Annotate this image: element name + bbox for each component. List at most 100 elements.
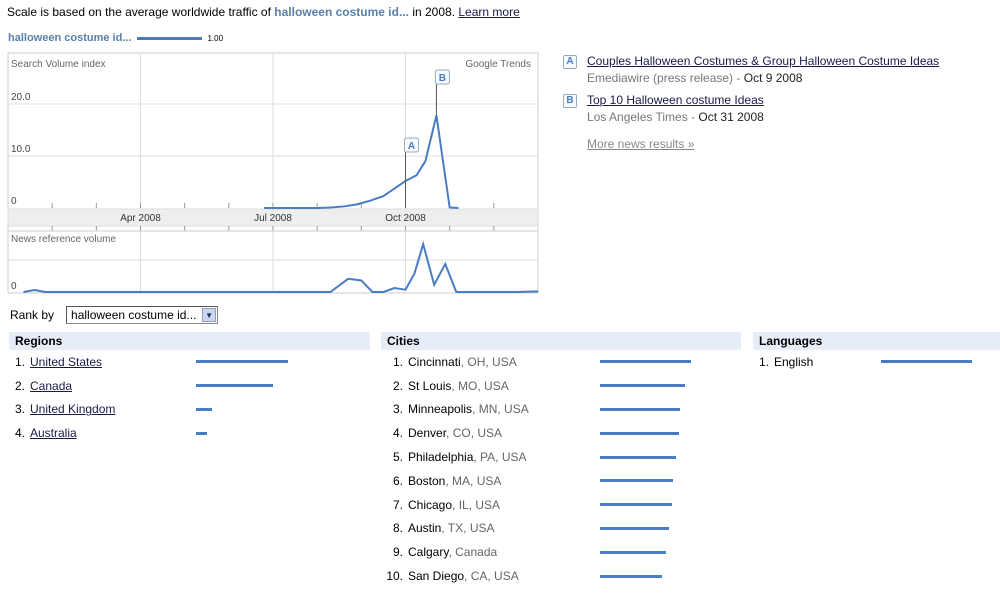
- news-date: Oct 31 2008: [698, 110, 764, 124]
- rank-number: 7.: [392, 497, 403, 512]
- news-list: A Couples Halloween Costumes & Group Hal…: [563, 54, 939, 132]
- news-badge-a[interactable]: A: [563, 55, 577, 69]
- value-bar: [600, 503, 672, 507]
- regions-row: 4. Australia: [9, 421, 370, 445]
- city: Austin: [408, 521, 442, 536]
- value-bar: [600, 360, 691, 364]
- city: St Louis: [408, 378, 452, 393]
- city: Boston: [408, 473, 446, 488]
- rank-by-select[interactable]: halloween costume id... ▼: [66, 306, 219, 324]
- city: Denver: [408, 426, 447, 441]
- rank-number: 1.: [14, 354, 25, 369]
- rank-by-value: halloween costume id...: [71, 308, 197, 322]
- chart-watermark: Google Trends: [465, 59, 531, 70]
- value-bar: [881, 360, 972, 364]
- rank-number: 1.: [392, 354, 403, 369]
- city-name: Denver, CO, USA: [408, 426, 502, 440]
- cities-row: 2. St Louis, MO, USA: [381, 374, 741, 398]
- city: Calgary: [408, 545, 449, 560]
- value-bar: [600, 526, 670, 530]
- cities-row: 8. Austin, TX, USA: [381, 517, 741, 541]
- region-link[interactable]: Australia: [30, 426, 77, 440]
- cities-row: 7. Chicago, IL, USA: [381, 493, 741, 517]
- y-tick-label: 20.0: [11, 92, 31, 103]
- languages-row: 1. English: [753, 350, 1000, 374]
- news-axis-title: News reference volume: [11, 234, 116, 245]
- value-bar: [196, 360, 288, 364]
- cities-header: Cities: [381, 332, 741, 350]
- city-region: , MO, USA: [451, 378, 509, 393]
- rank-number: 2.: [392, 378, 403, 393]
- more-news-link[interactable]: More news results »: [587, 137, 694, 151]
- languages-panel: Languages 1. English: [753, 332, 1000, 374]
- value-bar: [600, 455, 677, 459]
- rank-number: 5.: [392, 450, 403, 465]
- city-region: , CO, USA: [446, 426, 503, 441]
- chevron-down-icon[interactable]: ▼: [202, 308, 217, 322]
- cities-row: 1. Cincinnati, OH, USA: [381, 350, 741, 374]
- rank-number: 4.: [14, 426, 25, 441]
- city-region: , CA, USA: [464, 569, 519, 584]
- rank-number: 8.: [392, 521, 403, 536]
- rank-number: 3.: [14, 402, 25, 417]
- value-bar: [600, 407, 681, 411]
- trends-chart: 0 10.0 20.0 Apr 2008 Jul 2008 Oct 2008 Search …: [7, 52, 539, 294]
- rank-number: 4.: [392, 426, 403, 441]
- regions-row: 3. United Kingdom: [9, 398, 370, 422]
- news-source-name: Los Angeles Times: [587, 110, 688, 124]
- value-bar: [196, 384, 274, 388]
- city-region: , OH, USA: [460, 354, 517, 369]
- city-name: Austin, TX, USA: [408, 521, 495, 535]
- regions-panel: Regions 1. United States 2. Canada 3. United …: [9, 332, 370, 445]
- cities-row: 10. San Diego, CA, USA: [381, 564, 741, 588]
- cities-row: 9. Calgary, Canada: [381, 540, 741, 564]
- value-bar: [600, 574, 662, 578]
- region-link[interactable]: United States: [30, 355, 102, 369]
- x-tick-label: Jul 2008: [254, 213, 292, 224]
- y-axis-title: Search Volume index: [11, 59, 106, 70]
- news-badge-b[interactable]: B: [563, 94, 577, 108]
- city: Chicago: [408, 497, 453, 512]
- city: Minneapolis: [408, 402, 473, 417]
- rank-number: 1.: [758, 354, 769, 369]
- regions-header: Regions: [9, 332, 370, 350]
- region-link[interactable]: United Kingdom: [30, 402, 115, 416]
- news-source: Los Angeles Times - Oct 31 2008: [587, 110, 764, 124]
- regions-row: 1. United States: [9, 350, 370, 374]
- value-bar: [600, 384, 685, 388]
- city-name: Chicago, IL, USA: [408, 498, 500, 512]
- city-name: Cincinnati, OH, USA: [408, 355, 517, 369]
- annotation-label: B: [439, 73, 446, 84]
- news-source: Emediawire (press release) - Oct 9 2008: [587, 71, 803, 85]
- region-link[interactable]: Canada: [30, 379, 72, 393]
- rank-number: 2.: [14, 378, 25, 393]
- regions-row: 2. Canada: [9, 374, 370, 398]
- rank-number: 3.: [392, 402, 403, 417]
- news-source-name: Emediawire (press release): [587, 71, 734, 85]
- languages-header: Languages: [753, 332, 1000, 350]
- value-bar: [600, 431, 680, 435]
- rank-number: 9.: [392, 545, 403, 560]
- annotation-label: A: [408, 141, 415, 152]
- news-y-tick-label: 0: [11, 281, 17, 292]
- city-region: , Canada: [448, 545, 498, 560]
- city-name: Calgary, Canada: [408, 545, 497, 559]
- city-region: , PA, USA: [473, 450, 527, 465]
- city-region: , MN, USA: [472, 402, 529, 417]
- city-region: , IL, USA: [452, 497, 501, 512]
- news-title-link[interactable]: Couples Halloween Costumes & Group Hallo…: [587, 54, 939, 68]
- value-bar: [196, 431, 208, 435]
- city-region: , TX, USA: [441, 521, 495, 536]
- cities-row: 6. Boston, MA, USA: [381, 469, 741, 493]
- cities-panel: Cities 1. Cincinnati, OH, USA 2. St Louis, …: [381, 332, 741, 588]
- news-item-a: A Couples Halloween Costumes & Group Hal…: [563, 54, 939, 85]
- city-region: , MA, USA: [445, 473, 502, 488]
- cities-row: 5. Philadelphia, PA, USA: [381, 445, 741, 469]
- city-name: Boston, MA, USA: [408, 474, 501, 488]
- news-title-link[interactable]: Top 10 Halloween costume Ideas: [587, 93, 764, 107]
- city: Cincinnati: [408, 354, 461, 369]
- news-date: Oct 9 2008: [743, 71, 803, 85]
- rank-by: Rank by halloween costume id... ▼: [10, 306, 219, 324]
- rank-number: 10.: [386, 569, 403, 584]
- city-name: Philadelphia, PA, USA: [408, 450, 527, 464]
